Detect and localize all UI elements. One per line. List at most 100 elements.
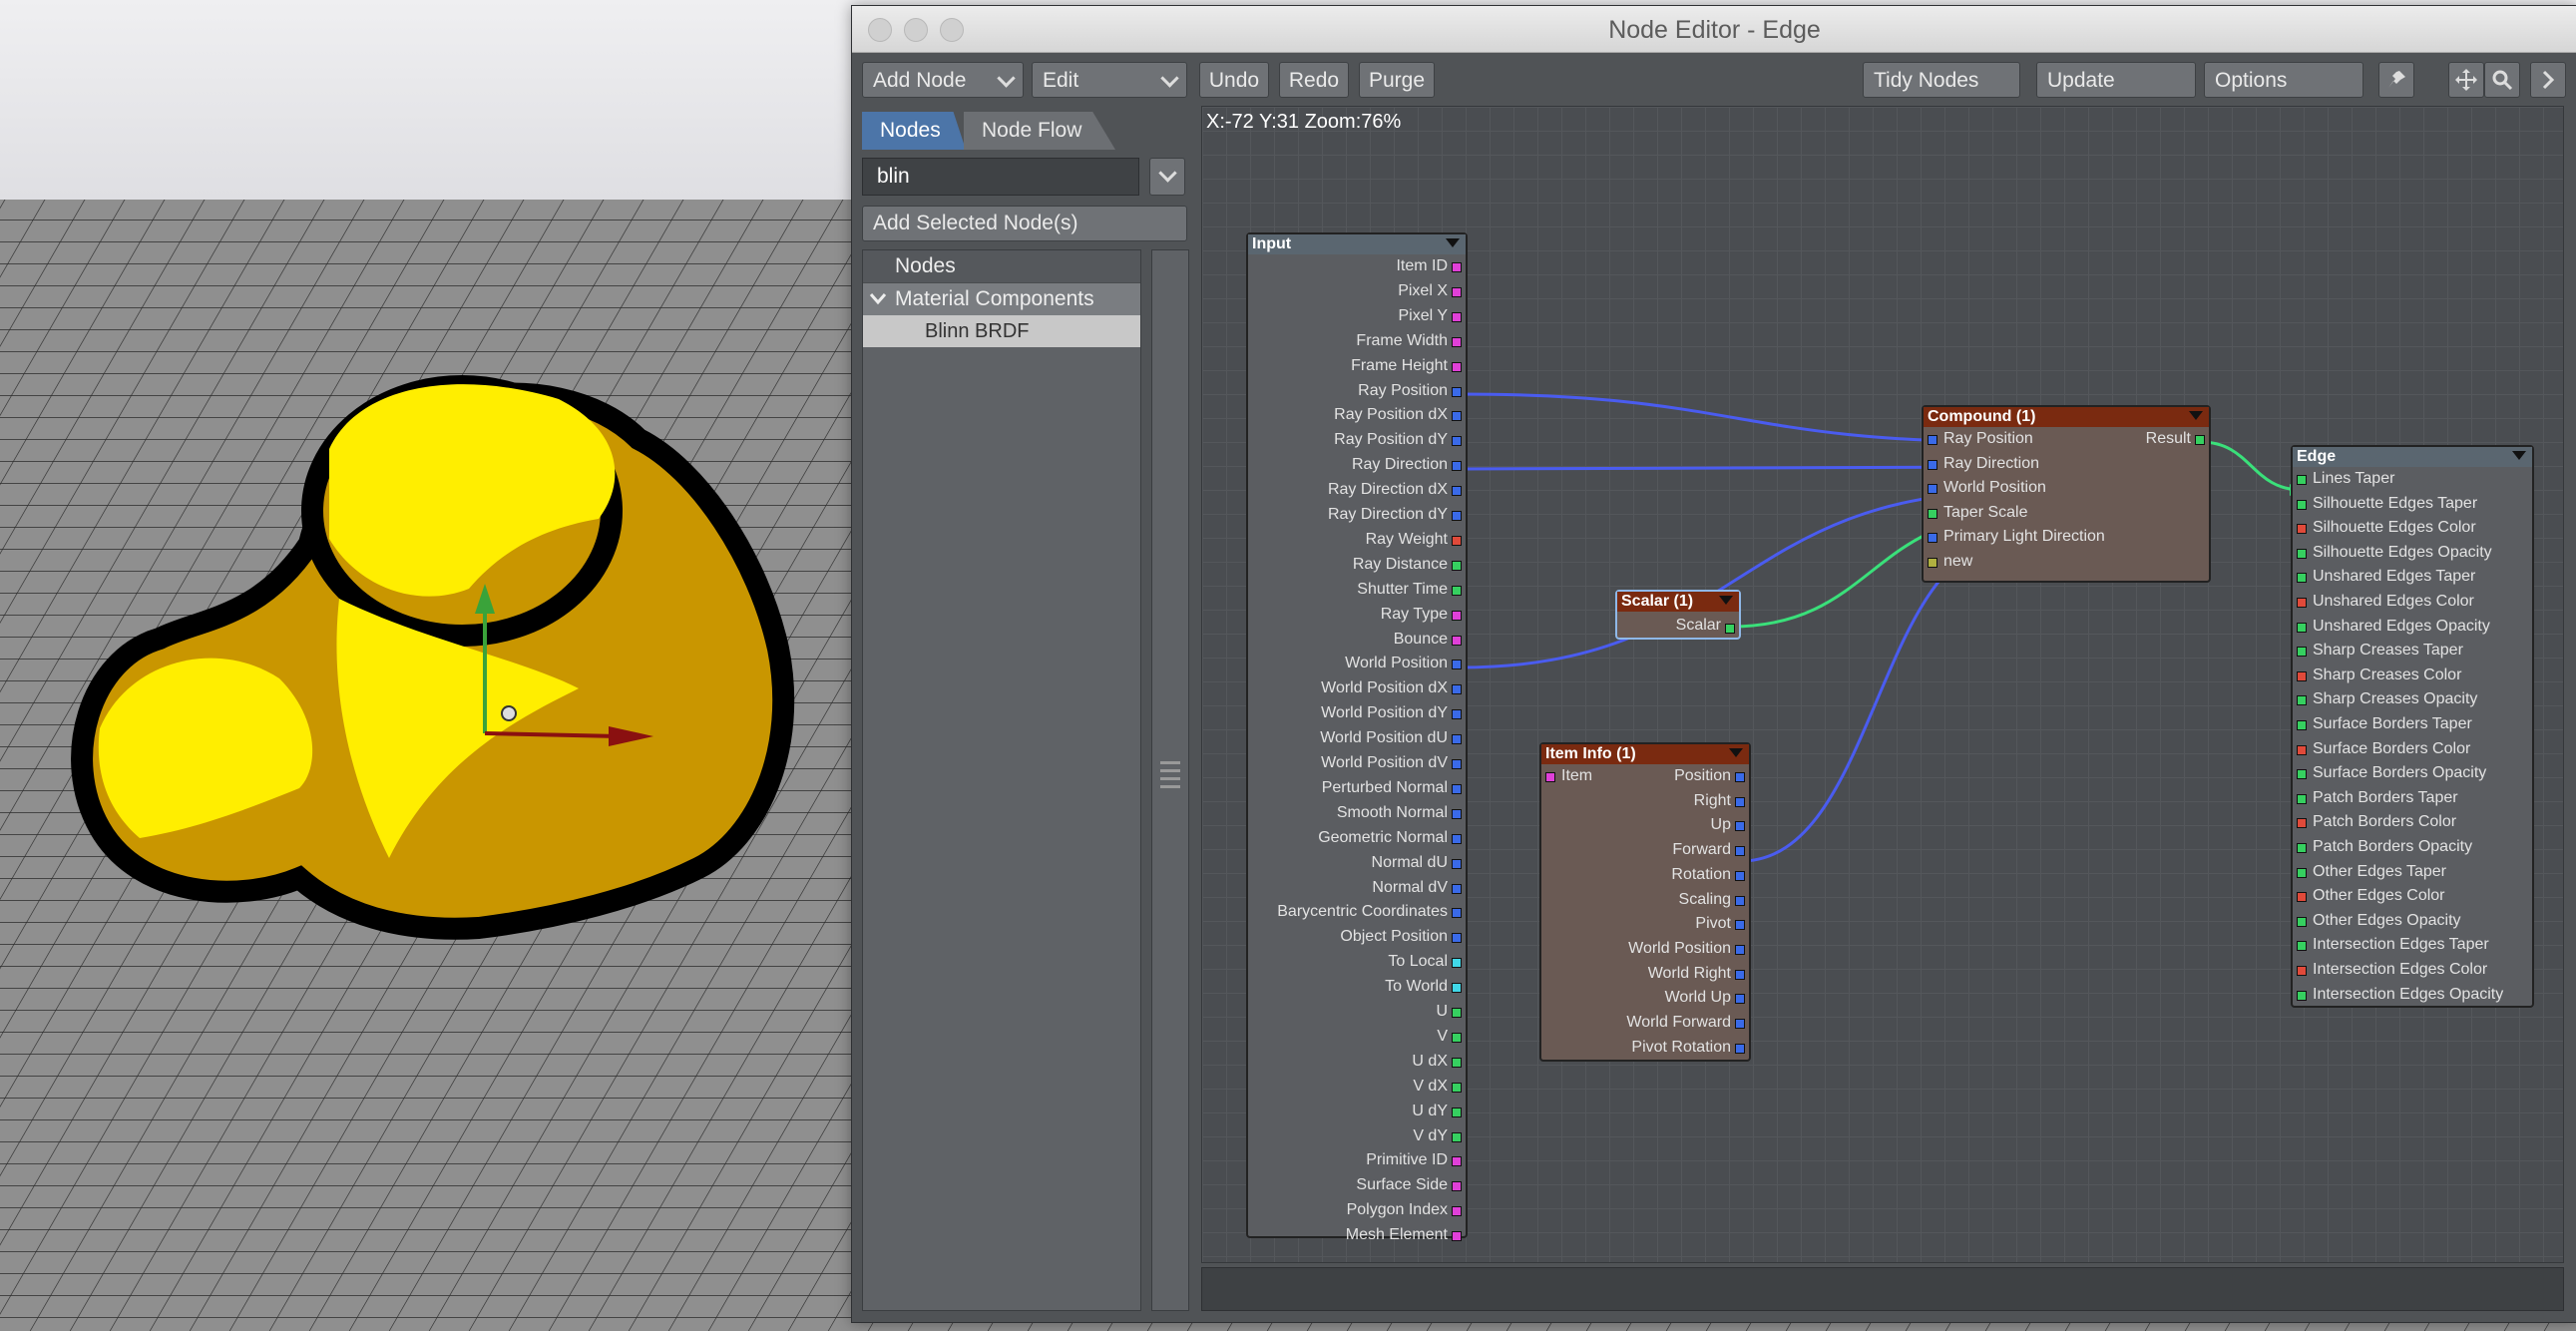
- item-info-node-header[interactable]: Item Info (1): [1541, 744, 1749, 764]
- input-node-port[interactable]: Ray Position: [1248, 379, 1448, 403]
- scalar-node-header[interactable]: Scalar (1): [1617, 592, 1739, 612]
- input-node-header[interactable]: Input: [1248, 234, 1466, 254]
- port-dot[interactable]: [1452, 1181, 1462, 1192]
- item-info-node-port[interactable]: Pivot Rotation: [1541, 1036, 1731, 1060]
- port-dot[interactable]: [1452, 262, 1462, 272]
- port-dot[interactable]: [1452, 958, 1462, 969]
- port-dot[interactable]: [2297, 744, 2307, 755]
- wire-result-silhouette[interactable]: [2200, 440, 2303, 492]
- port-dot[interactable]: [1735, 1019, 1745, 1029]
- input-node-port[interactable]: World Position dU: [1248, 726, 1448, 750]
- edge-node-port[interactable]: Other Edges Opacity: [2313, 909, 2461, 933]
- item-info-node-port[interactable]: Forward: [1541, 838, 1731, 862]
- port-dot[interactable]: [2297, 818, 2307, 829]
- port-dot[interactable]: [1452, 783, 1462, 794]
- input-node-port[interactable]: Object Position: [1248, 925, 1448, 949]
- edge-node-port[interactable]: Surface Borders Color: [2313, 737, 2470, 761]
- port-dot[interactable]: [1452, 610, 1462, 621]
- input-node-port[interactable]: V: [1248, 1025, 1448, 1049]
- item-info-node-port[interactable]: Right: [1541, 789, 1731, 813]
- port-dot[interactable]: [1452, 660, 1462, 670]
- item-info-node-port[interactable]: Scaling: [1541, 888, 1731, 912]
- port-dot[interactable]: [2195, 435, 2205, 445]
- item-info-node-port[interactable]: Up: [1541, 813, 1731, 837]
- edge-node-port[interactable]: Other Edges Color: [2313, 884, 2445, 908]
- input-node-port[interactable]: Ray Position dX: [1248, 403, 1448, 427]
- port-dot[interactable]: [1735, 796, 1745, 807]
- port-dot[interactable]: [1735, 994, 1745, 1005]
- port-dot[interactable]: [2297, 573, 2307, 584]
- port-dot[interactable]: [1928, 484, 1937, 495]
- edge-node-port[interactable]: Other Edges Taper: [2313, 860, 2446, 884]
- port-dot[interactable]: [2297, 695, 2307, 706]
- input-node-port[interactable]: World Position dV: [1248, 751, 1448, 775]
- port-dot[interactable]: [1735, 846, 1745, 857]
- port-dot[interactable]: [2297, 941, 2307, 952]
- port-dot[interactable]: [2297, 793, 2307, 804]
- port-dot[interactable]: [1452, 983, 1462, 994]
- input-node-port[interactable]: To World: [1248, 975, 1448, 999]
- port-dot[interactable]: [1452, 734, 1462, 745]
- port-dot[interactable]: [1452, 1057, 1462, 1068]
- input-node-port[interactable]: U dX: [1248, 1050, 1448, 1074]
- item-info-node-port[interactable]: Pivot: [1541, 912, 1731, 936]
- input-node-port[interactable]: Bounce: [1248, 628, 1448, 652]
- port-dot[interactable]: [1452, 858, 1462, 869]
- input-node-port[interactable]: World Position dY: [1248, 701, 1448, 725]
- input-node-port[interactable]: Primitive ID: [1248, 1148, 1448, 1172]
- search-input[interactable]: blin: [862, 158, 1139, 196]
- edge-node[interactable]: Edge Lines Taper Silhouette Edges Taper Si…: [2291, 445, 2534, 1008]
- port-dot[interactable]: [1452, 1107, 1462, 1117]
- wire-forward-light[interactable]: [1740, 539, 2013, 863]
- input-node-port[interactable]: V dY: [1248, 1124, 1448, 1148]
- input-node-port[interactable]: Normal dV: [1248, 876, 1448, 900]
- port-dot[interactable]: [2297, 843, 2307, 853]
- list-category-material-components[interactable]: Material Components: [863, 283, 1140, 315]
- chevron-right-icon[interactable]: [2530, 62, 2566, 98]
- options-button[interactable]: Options: [2204, 62, 2363, 98]
- port-dot[interactable]: [2297, 720, 2307, 730]
- port-dot[interactable]: [2297, 548, 2307, 559]
- port-dot[interactable]: [1735, 944, 1745, 955]
- input-node-port[interactable]: U dY: [1248, 1100, 1448, 1123]
- port-dot[interactable]: [1545, 772, 1555, 782]
- item-info-node-port[interactable]: World Forward: [1541, 1011, 1731, 1035]
- input-node-port[interactable]: Smooth Normal: [1248, 801, 1448, 825]
- input-node-port[interactable]: Geometric Normal: [1248, 826, 1448, 850]
- port-dot[interactable]: [1452, 883, 1462, 894]
- port-dot[interactable]: [1452, 1008, 1462, 1018]
- port-dot[interactable]: [1452, 908, 1462, 919]
- item-info-node-port[interactable]: World Right: [1541, 962, 1731, 986]
- port-dot[interactable]: [1725, 624, 1735, 634]
- port-dot[interactable]: [1452, 386, 1462, 397]
- purge-button[interactable]: Purge: [1359, 62, 1435, 98]
- edge-node-port[interactable]: Surface Borders Opacity: [2313, 761, 2486, 785]
- edge-node-header[interactable]: Edge: [2293, 447, 2532, 467]
- port-dot[interactable]: [2297, 622, 2307, 633]
- node-graph-canvas[interactable]: X:-72 Y:31 Zoom:76% Input Item ID Pixel X…: [1201, 106, 2564, 1263]
- port-dot[interactable]: [1735, 821, 1745, 832]
- edge-node-port[interactable]: Intersection Edges Opacity: [2313, 983, 2503, 1007]
- port-dot[interactable]: [2297, 867, 2307, 878]
- scalar-output-port[interactable]: Scalar: [1617, 614, 1721, 638]
- edge-node-port[interactable]: Intersection Edges Color: [2313, 958, 2487, 982]
- update-button[interactable]: Update: [2036, 62, 2196, 98]
- edge-node-port[interactable]: Silhouette Edges Color: [2313, 516, 2476, 540]
- zoom-search-icon[interactable]: [2484, 62, 2520, 98]
- input-node-port[interactable]: Ray Direction dX: [1248, 478, 1448, 502]
- port-dot[interactable]: [1928, 533, 1937, 544]
- input-node-port[interactable]: Ray Type: [1248, 603, 1448, 627]
- list-item-blinn-brdf[interactable]: Blinn BRDF: [863, 315, 1140, 347]
- port-dot[interactable]: [2297, 647, 2307, 658]
- input-node-port[interactable]: Surface Side: [1248, 1173, 1448, 1197]
- edge-node-port[interactable]: Lines Taper: [2313, 467, 2394, 491]
- port-dot[interactable]: [1452, 684, 1462, 695]
- port-dot[interactable]: [1452, 486, 1462, 497]
- edge-node-port[interactable]: Unshared Edges Opacity: [2313, 615, 2490, 639]
- input-node-port[interactable]: Frame Width: [1248, 329, 1448, 353]
- port-dot[interactable]: [1452, 311, 1462, 322]
- item-info-node[interactable]: Item Info (1) Position Right Up Forward Rota…: [1539, 742, 1751, 1062]
- port-dot[interactable]: [2297, 892, 2307, 903]
- port-dot[interactable]: [1735, 1043, 1745, 1054]
- port-dot[interactable]: [1928, 508, 1937, 519]
